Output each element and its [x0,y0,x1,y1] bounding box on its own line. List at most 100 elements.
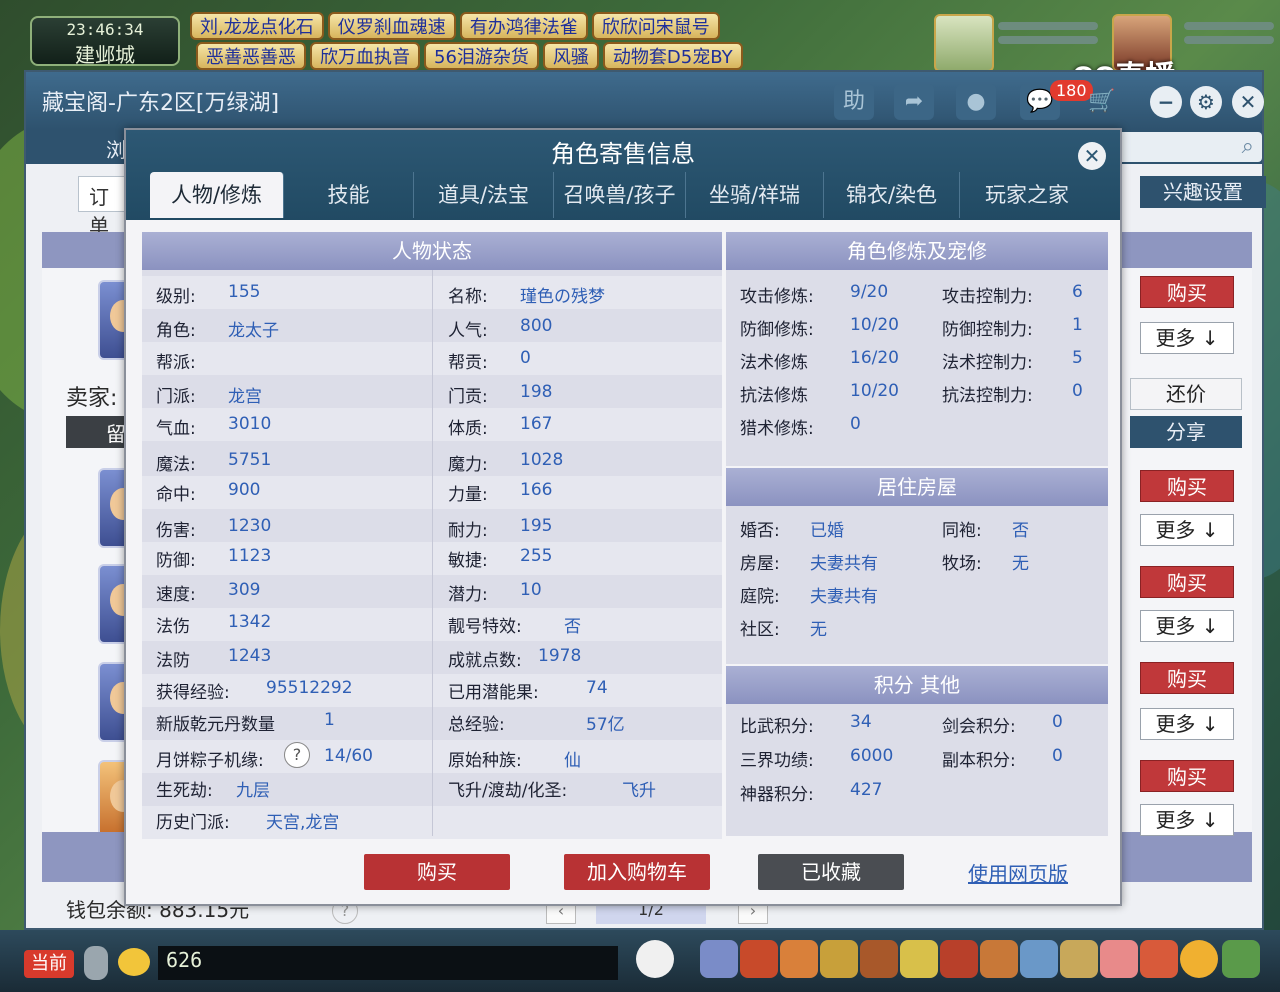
minimize-icon[interactable]: − [1150,86,1182,118]
leave-message-button[interactable]: 留 [66,416,128,448]
tab-items[interactable]: 道具/法宝 [414,172,554,218]
add-to-cart-button[interactable]: 加入购物车 [564,854,710,890]
share-button[interactable]: 分享 [1130,416,1242,448]
chat-channel-button[interactable]: 当前 [24,950,74,978]
pet-icon[interactable] [780,940,818,978]
field-label: 气血: [156,419,196,439]
task-icon[interactable] [820,940,858,978]
player-banner[interactable]: 恶善恶善恶 [196,42,306,70]
listing-buy-button[interactable]: 购买 [1140,566,1234,598]
player-banner[interactable]: 欣欣问宋鼠号 [591,12,720,40]
cultivation-panel: 角色修炼及宠修 攻击修炼: 9/20 攻击控制力: 6 防御修炼: 10/20 防御控制力:… [726,232,1108,466]
gear-icon[interactable]: ⚙ [1190,86,1222,118]
player-banner[interactable]: 风骚 [542,42,599,70]
smile-icon[interactable] [1180,940,1218,978]
listing-more-button[interactable]: 更多 ↓ [1140,322,1234,354]
banner-row: 恶善恶善恶 欣万血执音 56泪游杂货 风骚 动物套D5宠BY [196,42,743,70]
counter-offer-button[interactable]: 还价 [1130,378,1242,410]
pet-portrait[interactable] [934,14,994,72]
field-label: 抗法修炼 [740,386,808,406]
info-row: 法术修炼 16/20 [740,348,899,373]
help-icon[interactable]: ? [284,742,310,768]
field-value: 0 [520,348,531,368]
stat-row: 命中: 900 [156,480,260,505]
close-icon[interactable]: ✕ [1232,86,1264,118]
player-banner[interactable]: 动物套D5宠BY [602,42,743,70]
listing-buy-button[interactable]: 购买 [1140,470,1234,502]
listing-buy-button[interactable]: 购买 [1140,276,1234,308]
guild-icon[interactable] [900,940,938,978]
close-icon[interactable]: ✕ [1078,142,1106,170]
record-icon[interactable]: ● [956,84,996,120]
microphone-icon[interactable] [84,946,108,980]
info-row: 攻击修炼: 9/20 [740,282,888,307]
player-banner[interactable]: 仪罗刹血魂速 [327,12,456,40]
search-icon[interactable]: ⌕ [1242,134,1254,159]
player-banner[interactable]: 欣万血执音 [310,42,420,70]
field-label: 命中: [156,485,196,505]
hp-gauge [1184,22,1274,30]
tab-mounts[interactable]: 坐骑/祥瑞 [686,172,824,218]
more-label: 更多 [1155,808,1196,832]
team-icon[interactable] [860,940,898,978]
field-label: 剑会积分: [942,717,1016,737]
field-value: 无 [1012,554,1029,574]
tab-browse[interactable]: 浏 [106,134,126,163]
favorited-button[interactable]: 已收藏 [758,854,904,890]
stat-row: 潜力: 10 [448,580,542,605]
field-label: 攻击控制力: [942,287,1033,307]
help-button[interactable]: 助 [834,84,874,120]
system-icon[interactable] [1222,940,1260,978]
listing-more-button[interactable]: 更多 ↓ [1140,708,1234,740]
listing-more-button[interactable]: 更多 ↓ [1140,804,1234,836]
field-label: 人气: [448,321,488,341]
field-label: 法防 [156,651,190,671]
field-value: 5751 [228,450,272,470]
tab-player-home[interactable]: 玩家之家 [960,172,1094,218]
search-input[interactable]: ⌕ [1116,132,1262,162]
listing-buy-button[interactable]: 购买 [1140,760,1234,792]
trade-icon[interactable] [980,940,1018,978]
stat-row: 级别: 155 [156,282,260,307]
map-icon[interactable] [1020,940,1058,978]
field-value: 飞升 [622,781,656,801]
tab-outfits[interactable]: 锦衣/染色 [824,172,960,218]
friends-icon[interactable] [940,940,978,978]
stat-row: 防御: 1123 [156,546,271,571]
field-label: 敏捷: [448,551,488,571]
buy-button[interactable]: 购买 [364,854,510,890]
field-label: 级别: [156,287,196,307]
city-name: 建邺城 [75,43,135,67]
listing-buy-button[interactable]: 购买 [1140,662,1234,694]
stat-row: 历史门派: 天宫,龙宫 [156,808,339,833]
tab-skills[interactable]: 技能 [284,172,414,218]
book-icon[interactable] [1060,940,1098,978]
peach-icon[interactable] [1100,940,1138,978]
chat-input[interactable]: 626 [158,946,618,980]
weapon-icon[interactable] [700,940,738,978]
gift-icon[interactable] [1140,940,1178,978]
field-value: 3010 [228,414,272,434]
panda-icon[interactable] [636,940,674,978]
bag-icon[interactable] [740,940,778,978]
tab-character-cultivation[interactable]: 人物/修炼 [150,172,284,218]
field-label: 获得经验: [156,683,230,703]
cart-icon[interactable]: 🛒 [1082,84,1122,120]
share-arrow-icon[interactable]: ➦ [894,84,934,120]
player-banner[interactable]: 56泪游杂货 [424,42,539,70]
player-banner[interactable]: 刘,龙龙点化石 [190,12,324,40]
field-label: 新版乾元丹数量 [156,715,275,735]
field-value: 天宫,龙宫 [266,813,340,833]
points-panel: 积分 其他 比武积分: 34 剑会积分: 0 三界功绩: 6000 副本积分: 0 神器积分: 4… [726,666,1108,836]
info-row: 神器积分: 427 [740,780,882,805]
interest-settings-button[interactable]: 兴趣设置 [1140,176,1266,208]
listing-more-button[interactable]: 更多 ↓ [1140,610,1234,642]
listing-more-button[interactable]: 更多 ↓ [1140,514,1234,546]
field-value: 195 [520,516,553,536]
stat-row: 总经验: 57亿 [448,710,625,735]
player-banner[interactable]: 有办鸿律法雀 [459,12,588,40]
tab-pets[interactable]: 召唤兽/孩子 [554,172,686,218]
emote-icon[interactable] [118,948,150,976]
field-value: 10 [520,580,542,600]
use-web-version-link[interactable]: 使用网页版 [968,858,1068,887]
